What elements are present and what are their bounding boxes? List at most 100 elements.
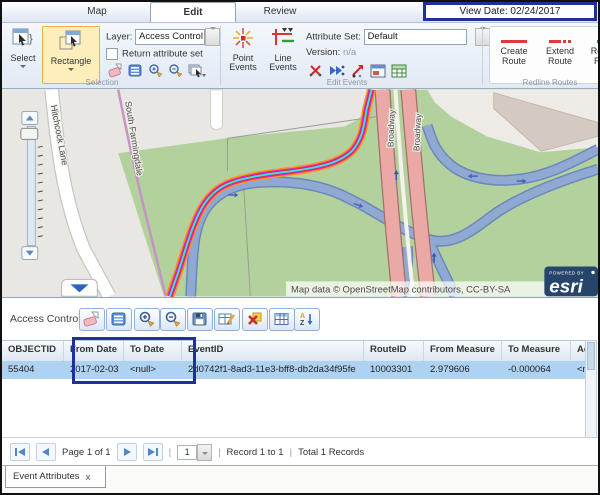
panel-collapse-tab[interactable] xyxy=(62,279,98,296)
zoom-slider-thumb[interactable] xyxy=(21,128,38,139)
cell-from-measure: 2.979606 xyxy=(424,361,502,379)
table-scrollbar-thumb[interactable] xyxy=(587,342,595,370)
redline-routes-panel: Create Route Extend Route Realign Route xyxy=(489,26,600,84)
pan-to-selection-button[interactable] xyxy=(160,308,186,331)
event-editor-window: Map Edit Review View Date: 02/24/2017 } … xyxy=(0,0,600,495)
point-events-icon xyxy=(231,26,255,50)
reassign-route-icon[interactable] xyxy=(350,63,365,78)
view-date-annotation: View Date: 02/24/2017 xyxy=(423,2,597,21)
layer-select-caret[interactable] xyxy=(205,28,220,46)
last-page-button[interactable] xyxy=(143,443,163,461)
edit-events-group-label: Edit Events xyxy=(302,78,392,87)
col-from-measure[interactable]: From Measure xyxy=(424,341,502,361)
edit-attributes-icon xyxy=(218,311,236,327)
col-access[interactable]: Ac xyxy=(571,341,586,361)
attribute-window-button[interactable] xyxy=(269,308,295,331)
selection-list-icon[interactable] xyxy=(128,63,143,78)
clear-selection-icon xyxy=(83,311,100,327)
next-page-button[interactable] xyxy=(117,443,137,461)
tab-review[interactable]: Review xyxy=(242,2,318,21)
sort-records-button[interactable]: AZ xyxy=(294,308,320,331)
table-row[interactable]: 55404 2017-02-03 <null> 2d0742f1-8ad3-11… xyxy=(2,361,586,379)
sort-records-icon: AZ xyxy=(298,311,315,327)
redline-routes-group-label: Redline Routes xyxy=(502,78,598,87)
col-to-date[interactable]: To Date xyxy=(124,341,182,361)
zoom-to-selection-button[interactable] xyxy=(134,308,160,331)
save-icon xyxy=(191,311,208,327)
col-objectid[interactable]: OBJECTID xyxy=(2,341,64,361)
ribbon: } Select Rectangle Layer: Access Control… xyxy=(2,23,598,89)
col-from-date[interactable]: From Date xyxy=(64,341,124,361)
selection-group-label: Selection xyxy=(62,78,142,87)
save-button[interactable] xyxy=(187,308,213,331)
panel-title: Access Control xyxy=(10,313,81,325)
rectangle-dropdown-caret[interactable] xyxy=(68,68,74,71)
page-select[interactable]: 1 xyxy=(177,444,212,461)
zoom-to-selection-icon[interactable] xyxy=(148,63,163,78)
selection-list-button[interactable] xyxy=(106,308,132,331)
event-table-icon[interactable] xyxy=(391,64,407,78)
svg-text:Z: Z xyxy=(300,320,305,327)
rectangle-tool-button[interactable]: Rectangle xyxy=(42,26,100,84)
tab-event-attributes[interactable]: Event Attributes x xyxy=(5,466,106,488)
edit-attributes-button[interactable] xyxy=(214,308,240,331)
attribute-set-field: Attribute Set: Default xyxy=(306,28,490,46)
return-attribute-checkbox[interactable] xyxy=(106,48,118,60)
selection-list-icon xyxy=(110,311,127,327)
road-stub xyxy=(211,90,223,130)
return-attribute-label: Return attribute set xyxy=(122,49,203,60)
version-value: n/a xyxy=(343,47,356,58)
clear-selection-button[interactable] xyxy=(79,308,105,331)
previous-page-button[interactable] xyxy=(36,443,56,461)
create-route-button[interactable]: Create Route xyxy=(494,35,534,66)
merge-events-icon[interactable] xyxy=(328,63,345,78)
pager-separator-1: | xyxy=(169,447,171,458)
attribute-window-icon xyxy=(273,311,290,327)
last-page-icon xyxy=(147,447,159,457)
tab-map[interactable]: Map xyxy=(62,2,132,21)
col-eventid[interactable]: EventID xyxy=(182,341,364,361)
attribute-set-label: Attribute Set: xyxy=(306,32,361,43)
esri-logo: POWERED BY esri xyxy=(544,267,598,297)
first-page-button[interactable] xyxy=(10,443,30,461)
rectangle-tool-icon xyxy=(58,29,84,53)
table-header: OBJECTID From Date To Date EventID Route… xyxy=(2,340,586,362)
tab-edit[interactable]: Edit xyxy=(150,2,236,22)
point-events-button[interactable]: Point Events xyxy=(224,26,262,72)
zoom-slider-track[interactable] xyxy=(27,126,35,245)
broadway-label-left: Broadway xyxy=(385,109,396,148)
attribute-set-select[interactable]: Default xyxy=(364,29,467,45)
cell-objectid: 55404 xyxy=(2,361,64,379)
event-window-icon[interactable] xyxy=(370,64,386,78)
delete-event-icon xyxy=(246,311,263,327)
pan-to-selection-icon[interactable] xyxy=(168,63,183,78)
cell-to-measure: -0.000064 xyxy=(502,361,571,379)
select-dropdown-caret[interactable] xyxy=(20,65,26,68)
layer-select[interactable]: Access Control xyxy=(135,29,205,45)
ribbon-tabbar: Map Edit Review View Date: 02/24/2017 xyxy=(2,2,598,23)
tab-event-attributes-label: Event Attributes xyxy=(13,471,80,482)
map-canvas[interactable]: Hitchcock Lane South Farmingdale Broadwa… xyxy=(2,89,598,297)
col-to-measure[interactable]: To Measure xyxy=(502,341,571,361)
svg-text:A: A xyxy=(300,313,305,320)
esri-wordmark: esri xyxy=(549,275,583,296)
selectable-layers-icon[interactable] xyxy=(188,63,207,78)
pan-to-selection-icon xyxy=(164,311,181,327)
first-page-icon xyxy=(14,447,26,457)
svg-text:}: } xyxy=(29,33,33,45)
delete-event-button[interactable] xyxy=(242,308,268,331)
clear-selection-icon[interactable] xyxy=(108,63,123,78)
event-attributes-panel: Access Control AZ OBJECTID From Date To … xyxy=(2,297,598,495)
layer-field: Layer: Access Control xyxy=(106,28,220,46)
col-routeid[interactable]: RouteID xyxy=(364,341,424,361)
panel-toolbar: Access Control AZ xyxy=(2,298,598,340)
realign-route-button[interactable]: Realign Route xyxy=(586,35,600,66)
line-events-button[interactable]: Line Events xyxy=(264,26,302,72)
split-event-icon[interactable] xyxy=(308,63,323,78)
extend-route-button[interactable]: Extend Route xyxy=(540,35,580,66)
page-select-caret[interactable] xyxy=(197,444,212,461)
select-tool-button[interactable]: } Select xyxy=(5,26,41,68)
tab-close-icon[interactable]: x xyxy=(86,472,91,482)
table-scrollbar[interactable] xyxy=(585,340,597,439)
return-attribute-row: Return attribute set xyxy=(106,48,203,60)
